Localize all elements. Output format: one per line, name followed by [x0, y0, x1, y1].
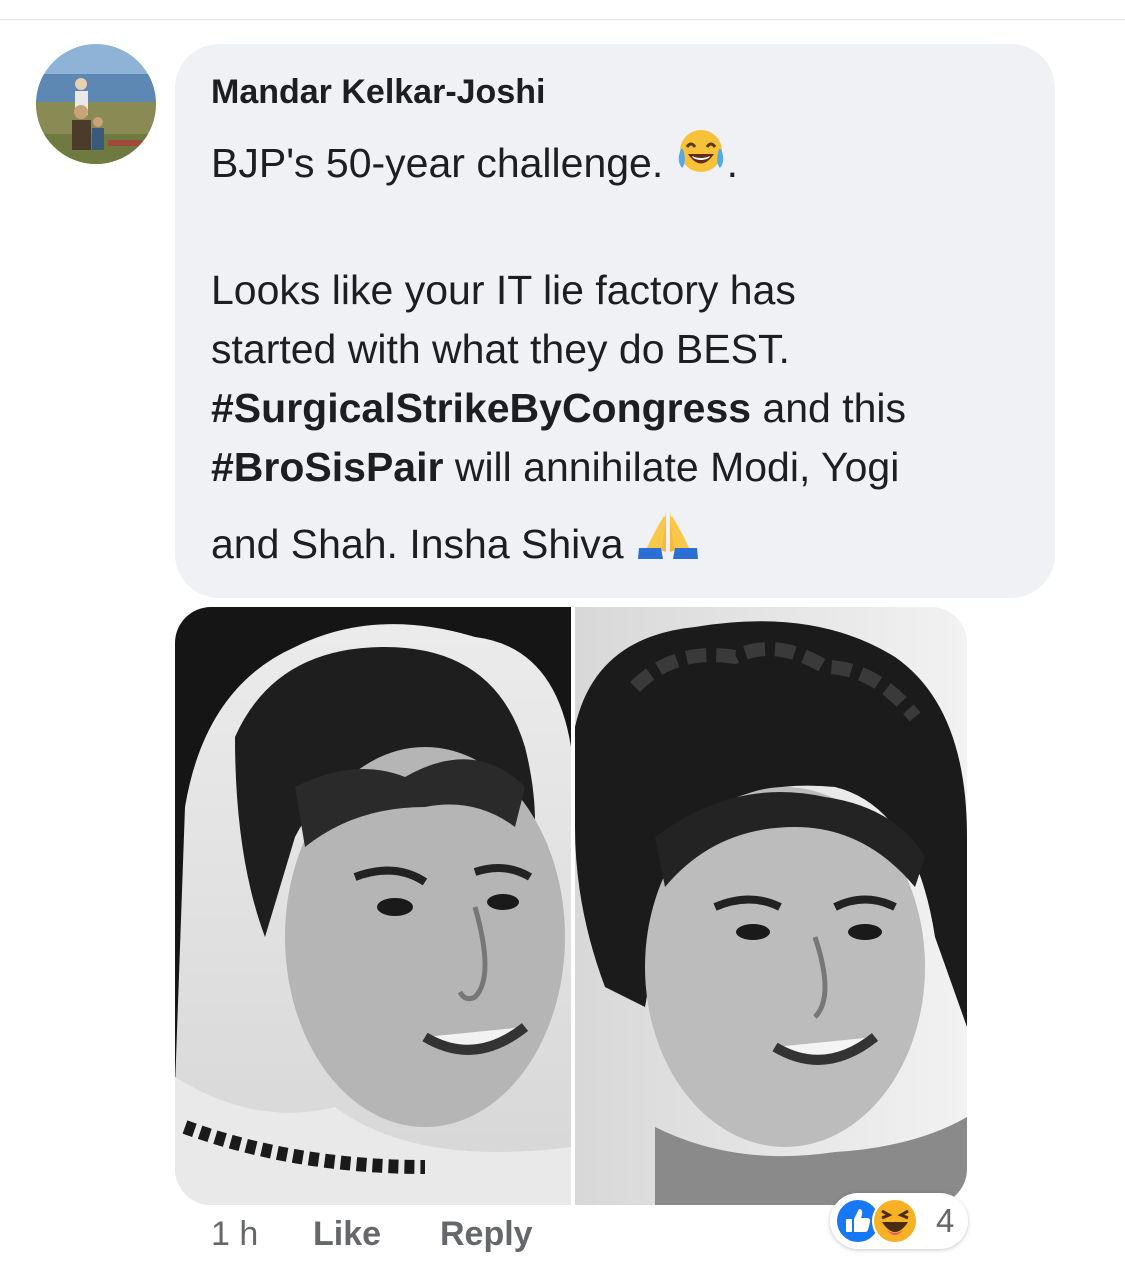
- comment-photo[interactable]: [175, 607, 967, 1205]
- comment-line-1-suffix: .: [726, 140, 739, 186]
- comment-line-2: Looks like your IT lie factory has: [211, 267, 796, 313]
- reaction-count: 4: [936, 1202, 955, 1239]
- comment-line-5-rest: will annihilate Modi, Yogi: [443, 444, 900, 490]
- tears-of-joy-icon: [675, 127, 727, 195]
- comment-line-4-rest: and this: [751, 385, 907, 431]
- comment-timestamp: 1 h: [211, 1215, 259, 1253]
- side-by-side-portraits-image: [175, 607, 967, 1205]
- comment-author-name[interactable]: Mandar Kelkar-Joshi: [211, 72, 545, 112]
- comment-line-4: #SurgicalStrikeByCongress and this: [211, 379, 1041, 438]
- avatar-photo: [36, 44, 156, 164]
- reply-button[interactable]: Reply: [440, 1214, 533, 1254]
- haha-reaction-icon: [872, 1198, 918, 1249]
- top-divider: [0, 19, 1125, 20]
- comment-line-1-text: BJP's 50-year challenge.: [211, 140, 675, 186]
- comment-line-5: #BroSisPair will annihilate Modi, Yogi: [211, 438, 1041, 497]
- comment-line-1: BJP's 50-year challenge. .: [211, 130, 1041, 195]
- comment-line-6-text: and Shah. Insha Shiva: [211, 521, 635, 567]
- author-avatar[interactable]: [36, 44, 156, 164]
- comment-line-6: and Shah. Insha Shiva: [211, 511, 1041, 576]
- hashtag-surgical-strike-link[interactable]: #SurgicalStrikeByCongress: [211, 385, 751, 431]
- comment-line-3: started with what they do BEST.: [211, 326, 790, 372]
- hashtag-brosispair-link[interactable]: #BroSisPair: [211, 444, 443, 490]
- like-button[interactable]: Like: [313, 1214, 381, 1254]
- folded-hands-icon: [635, 508, 701, 576]
- reactions-summary[interactable]: 4: [830, 1193, 968, 1249]
